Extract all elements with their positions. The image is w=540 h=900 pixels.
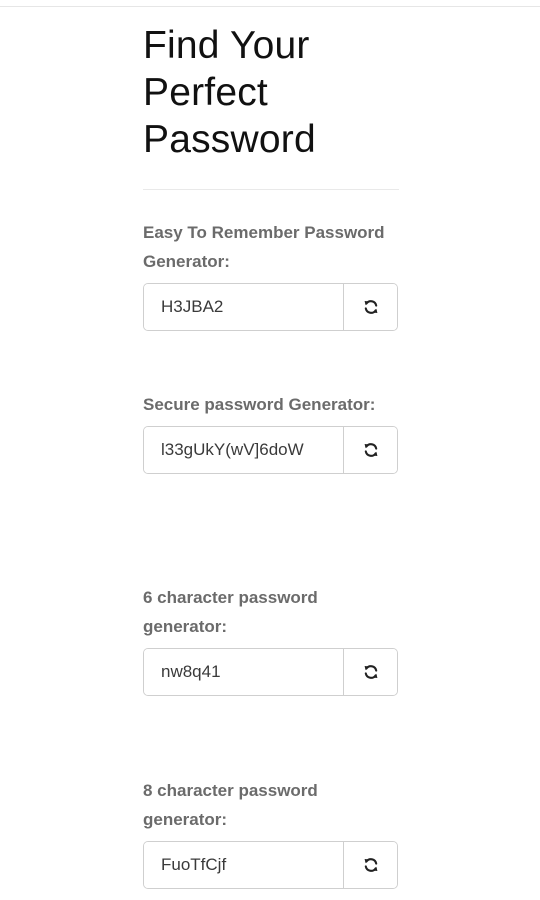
page-title: Find Your Perfect Password [143, 24, 316, 161]
six-char-generator-section: 6 character password generator: [143, 583, 399, 696]
eight-char-generator-label: 8 character password generator: [143, 781, 318, 829]
refresh-icon [363, 857, 379, 873]
easy-refresh-button[interactable] [343, 284, 397, 330]
refresh-icon [363, 664, 379, 680]
eight-char-generator-section: 8 character password generator: [143, 776, 399, 889]
eight-char-generator-input-group [143, 841, 398, 889]
easy-password-field[interactable] [144, 284, 343, 330]
secure-generator-input-group [143, 426, 398, 474]
refresh-icon [363, 299, 379, 315]
six-char-generator-label: 6 character password generator: [143, 588, 318, 636]
easy-generator-label: Easy To Remember Password Generator: [143, 223, 385, 271]
easy-generator-section: Easy To Remember Password Generator: [143, 218, 399, 331]
main-content: Find Your Perfect Password Easy To Remem… [143, 0, 399, 889]
six-char-refresh-button[interactable] [343, 649, 397, 695]
secure-generator-section: Secure password Generator: [143, 390, 399, 474]
six-char-password-field[interactable] [144, 649, 343, 695]
eight-char-refresh-button[interactable] [343, 842, 397, 888]
eight-char-password-field[interactable] [144, 842, 343, 888]
six-char-generator-input-group [143, 648, 398, 696]
secure-refresh-button[interactable] [343, 427, 397, 473]
title-divider [143, 189, 399, 190]
refresh-icon [363, 442, 379, 458]
secure-generator-label: Secure password Generator: [143, 395, 376, 414]
easy-generator-input-group [143, 283, 398, 331]
secure-password-field[interactable] [144, 427, 343, 473]
